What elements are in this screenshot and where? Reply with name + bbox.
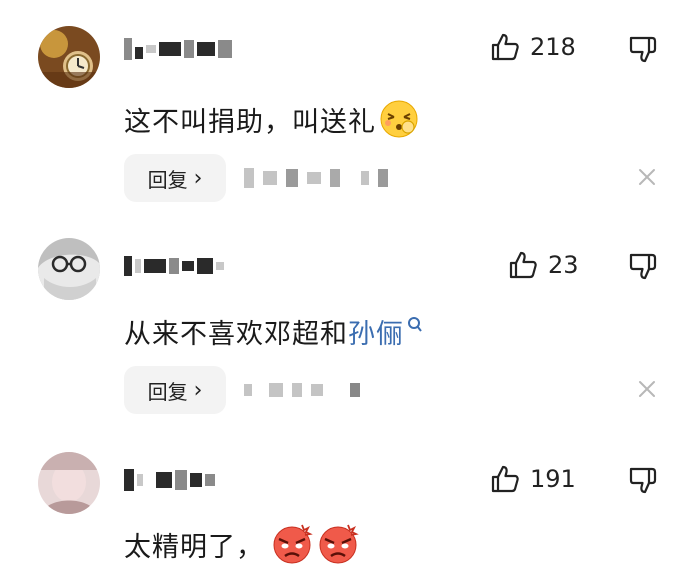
username[interactable] <box>124 34 254 64</box>
like-button[interactable]: 218 <box>490 32 576 62</box>
thumbs-down-icon <box>629 36 657 63</box>
angry-face-emoji <box>273 524 313 564</box>
blushing-face-emoji <box>380 100 418 138</box>
chevron-right-icon: › <box>193 377 203 403</box>
username[interactable] <box>124 465 254 495</box>
username[interactable] <box>124 251 254 281</box>
thumbs-up-icon <box>491 33 519 61</box>
like-count: 218 <box>530 33 576 61</box>
comment-text: 这不叫捐助，叫送礼 <box>124 98 420 140</box>
thumbs-up-icon <box>509 251 537 279</box>
avatar[interactable] <box>38 238 100 300</box>
reply-button[interactable]: 回复 › <box>124 366 226 414</box>
search-link[interactable]: 孙俪 <box>348 312 404 351</box>
thumbs-down-icon <box>629 253 657 280</box>
comment-text: 太精明了， <box>124 522 360 566</box>
chevron-right-icon: › <box>193 165 203 191</box>
close-icon[interactable] <box>636 378 658 400</box>
comment-meta <box>244 378 360 402</box>
search-icon[interactable] <box>407 316 423 334</box>
angry-face-emoji <box>319 524 359 564</box>
avatar[interactable] <box>38 26 100 88</box>
like-button[interactable]: 23 <box>508 250 579 280</box>
comment-text: 从来不喜欢邓超和 孙俪 <box>124 312 423 351</box>
dislike-button[interactable] <box>628 34 658 68</box>
dislike-button[interactable] <box>628 251 658 285</box>
reply-button[interactable]: 回复 › <box>124 154 226 202</box>
like-count: 23 <box>548 251 579 279</box>
like-count: 191 <box>530 465 576 493</box>
like-button[interactable]: 191 <box>490 464 576 494</box>
comment-meta <box>244 166 388 190</box>
thumbs-down-icon <box>629 467 657 494</box>
close-icon[interactable] <box>636 166 658 188</box>
thumbs-up-icon <box>491 465 519 493</box>
dislike-button[interactable] <box>628 465 658 499</box>
avatar[interactable] <box>38 452 100 514</box>
